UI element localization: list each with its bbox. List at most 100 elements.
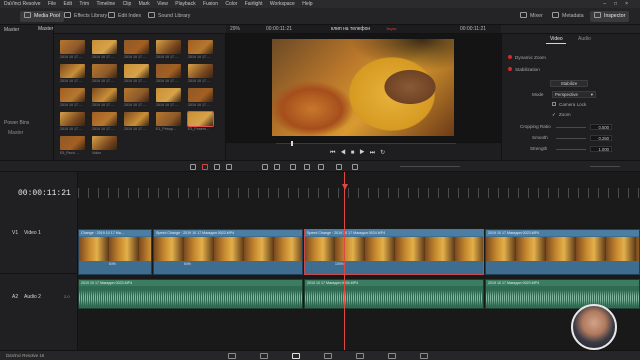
first-frame-icon[interactable]: ⏮ <box>330 150 340 156</box>
video-clip[interactable]: Speed Change · 2019 10 17 Македон 0023.M… <box>153 229 303 275</box>
bin-master[interactable]: Master <box>4 27 19 33</box>
overwrite-clip-icon[interactable] <box>274 164 280 170</box>
strength-field[interactable]: 1.000 <box>590 146 612 152</box>
clip-thumbnail[interactable] <box>156 88 181 102</box>
audio-clip[interactable]: 2019 10 17 Македон 0023.MP4 <box>485 279 640 309</box>
dynamic-trim-icon[interactable] <box>214 164 220 170</box>
video-clip[interactable]: Change · 2019 10 17 Ма... 64% <box>78 229 152 275</box>
zoom-level[interactable]: 29% <box>230 26 240 32</box>
clip-thumbnail[interactable] <box>92 112 117 126</box>
linked-selection-icon[interactable] <box>304 164 310 170</box>
zoom-checkbox-checked-icon[interactable]: ✓ <box>552 112 556 117</box>
menu-item[interactable]: Fusion <box>203 1 218 7</box>
clip-thumbnail[interactable] <box>188 88 213 102</box>
track-header-a2[interactable]: A2 Audio 2 2.0 <box>0 292 78 332</box>
selection-tool-icon[interactable] <box>190 164 196 170</box>
stabilization-row[interactable]: Stabilization <box>508 67 540 72</box>
trim-tool-icon[interactable] <box>202 164 208 170</box>
menu-item[interactable]: Trim <box>79 1 89 7</box>
strength-slider[interactable] <box>556 149 586 150</box>
inspector-button[interactable]: Inspector <box>590 11 630 22</box>
edit-page-icon[interactable] <box>292 353 300 359</box>
fusion-page-icon[interactable] <box>324 353 332 359</box>
last-frame-icon[interactable]: ⏭ <box>370 150 380 156</box>
clip-thumbnail[interactable] <box>60 40 85 54</box>
effects-library-button[interactable]: Effects Library <box>64 11 107 22</box>
color-page-icon[interactable] <box>356 353 364 359</box>
cropping-ratio-field[interactable]: 0.500 <box>590 124 612 130</box>
audio-clip[interactable]: 2019 10 17 Македон 0023.MP4 <box>78 279 303 309</box>
position-lock-icon[interactable] <box>318 164 324 170</box>
viewer[interactable] <box>226 34 501 142</box>
clip-thumbnail[interactable] <box>60 64 85 78</box>
clip-thumbnail[interactable] <box>124 112 149 126</box>
power-bin-master[interactable]: Master <box>8 130 23 136</box>
media-pool-button[interactable]: Media Pool <box>20 11 64 22</box>
marker-icon[interactable] <box>352 164 358 170</box>
edit-index-button[interactable]: Edit Index <box>108 11 141 22</box>
menu-item[interactable]: Playback <box>175 1 195 7</box>
timeline-ruler[interactable] <box>78 172 640 224</box>
media-page-icon[interactable] <box>228 353 236 359</box>
menu-item[interactable]: DaVinci Resolve <box>4 1 41 7</box>
cropping-ratio-slider[interactable] <box>556 127 586 128</box>
menu-item[interactable]: Mark <box>139 1 150 7</box>
camera-lock-row[interactable]: Camera Lock <box>552 102 586 107</box>
deliver-page-icon[interactable] <box>420 353 428 359</box>
mode-dropdown[interactable]: Perspective ▾ <box>552 91 596 98</box>
clip-thumbnail[interactable] <box>92 88 117 102</box>
smooth-field[interactable]: 0.250 <box>590 135 612 141</box>
menu-item[interactable]: Edit <box>63 1 72 7</box>
menu-item[interactable]: File <box>48 1 56 7</box>
tab-audio[interactable]: Audio <box>578 36 591 42</box>
insert-clip-icon[interactable] <box>262 164 268 170</box>
clip-thumbnail[interactable] <box>188 64 213 78</box>
clip-thumbnail[interactable] <box>188 40 213 54</box>
enable-dot-icon[interactable] <box>508 67 512 71</box>
tab-video[interactable]: Video <box>550 36 563 42</box>
clip-thumbnail[interactable] <box>124 88 149 102</box>
flag-icon[interactable] <box>336 164 342 170</box>
clip-thumbnail[interactable] <box>124 40 149 54</box>
menu-item[interactable]: Workspace <box>270 1 295 7</box>
maximize-icon[interactable]: □ <box>614 1 625 7</box>
video-clip[interactable]: 2019 10 17 Македон 0023.MP4 <box>485 229 640 275</box>
dynamic-zoom-row[interactable]: Dynamic Zoom <box>508 55 546 60</box>
video-clip-selected[interactable]: Speed Change · 2019 10 17 Македон 0034.M… <box>304 229 484 275</box>
sound-library-button[interactable]: Sound Library <box>148 11 190 22</box>
scrub-bar[interactable] <box>276 143 456 144</box>
play-reverse-icon[interactable]: ◀ <box>340 150 350 156</box>
volume-slider[interactable] <box>590 166 620 167</box>
smooth-slider[interactable] <box>556 138 586 139</box>
metadata-button[interactable]: Metadata <box>552 11 584 22</box>
timeline-zoom-slider[interactable] <box>400 166 460 167</box>
menu-item[interactable]: Fairlight <box>245 1 263 7</box>
menu-item[interactable]: Color <box>225 1 237 7</box>
stabilize-button[interactable]: Stabilize <box>550 80 588 87</box>
camera-lock-checkbox[interactable] <box>552 102 556 106</box>
blade-tool-icon[interactable] <box>226 164 232 170</box>
menu-item[interactable]: Clip <box>123 1 132 7</box>
clip-thumbnail[interactable] <box>187 111 214 127</box>
clip-thumbnail[interactable] <box>124 64 149 78</box>
clip-thumbnail[interactable] <box>92 64 117 78</box>
menu-item[interactable]: Timeline <box>97 1 116 7</box>
menu-item[interactable]: View <box>157 1 168 7</box>
clip-thumbnail[interactable] <box>156 64 181 78</box>
loop-icon[interactable]: ↻ <box>380 150 390 156</box>
fairlight-page-icon[interactable] <box>388 353 396 359</box>
clip-thumbnail[interactable] <box>60 112 85 126</box>
close-icon[interactable]: × <box>625 1 636 7</box>
clip-thumbnail[interactable] <box>60 88 85 102</box>
cut-page-icon[interactable] <box>260 353 268 359</box>
scrub-playhead[interactable] <box>291 141 293 146</box>
enable-dot-icon[interactable] <box>508 55 512 59</box>
track-header-v1[interactable]: V1 Video 1 <box>0 224 78 274</box>
clip-thumbnail[interactable] <box>92 40 117 54</box>
audio-clip[interactable]: 2019 10 17 Македон 0034.MP4 <box>304 279 484 309</box>
clip-thumbnail[interactable] <box>92 136 117 150</box>
mixer-button[interactable]: Mixer <box>520 11 543 22</box>
clip-thumbnail[interactable] <box>156 112 181 126</box>
clip-thumbnail[interactable] <box>60 136 85 150</box>
clip-thumbnail[interactable] <box>156 40 181 54</box>
